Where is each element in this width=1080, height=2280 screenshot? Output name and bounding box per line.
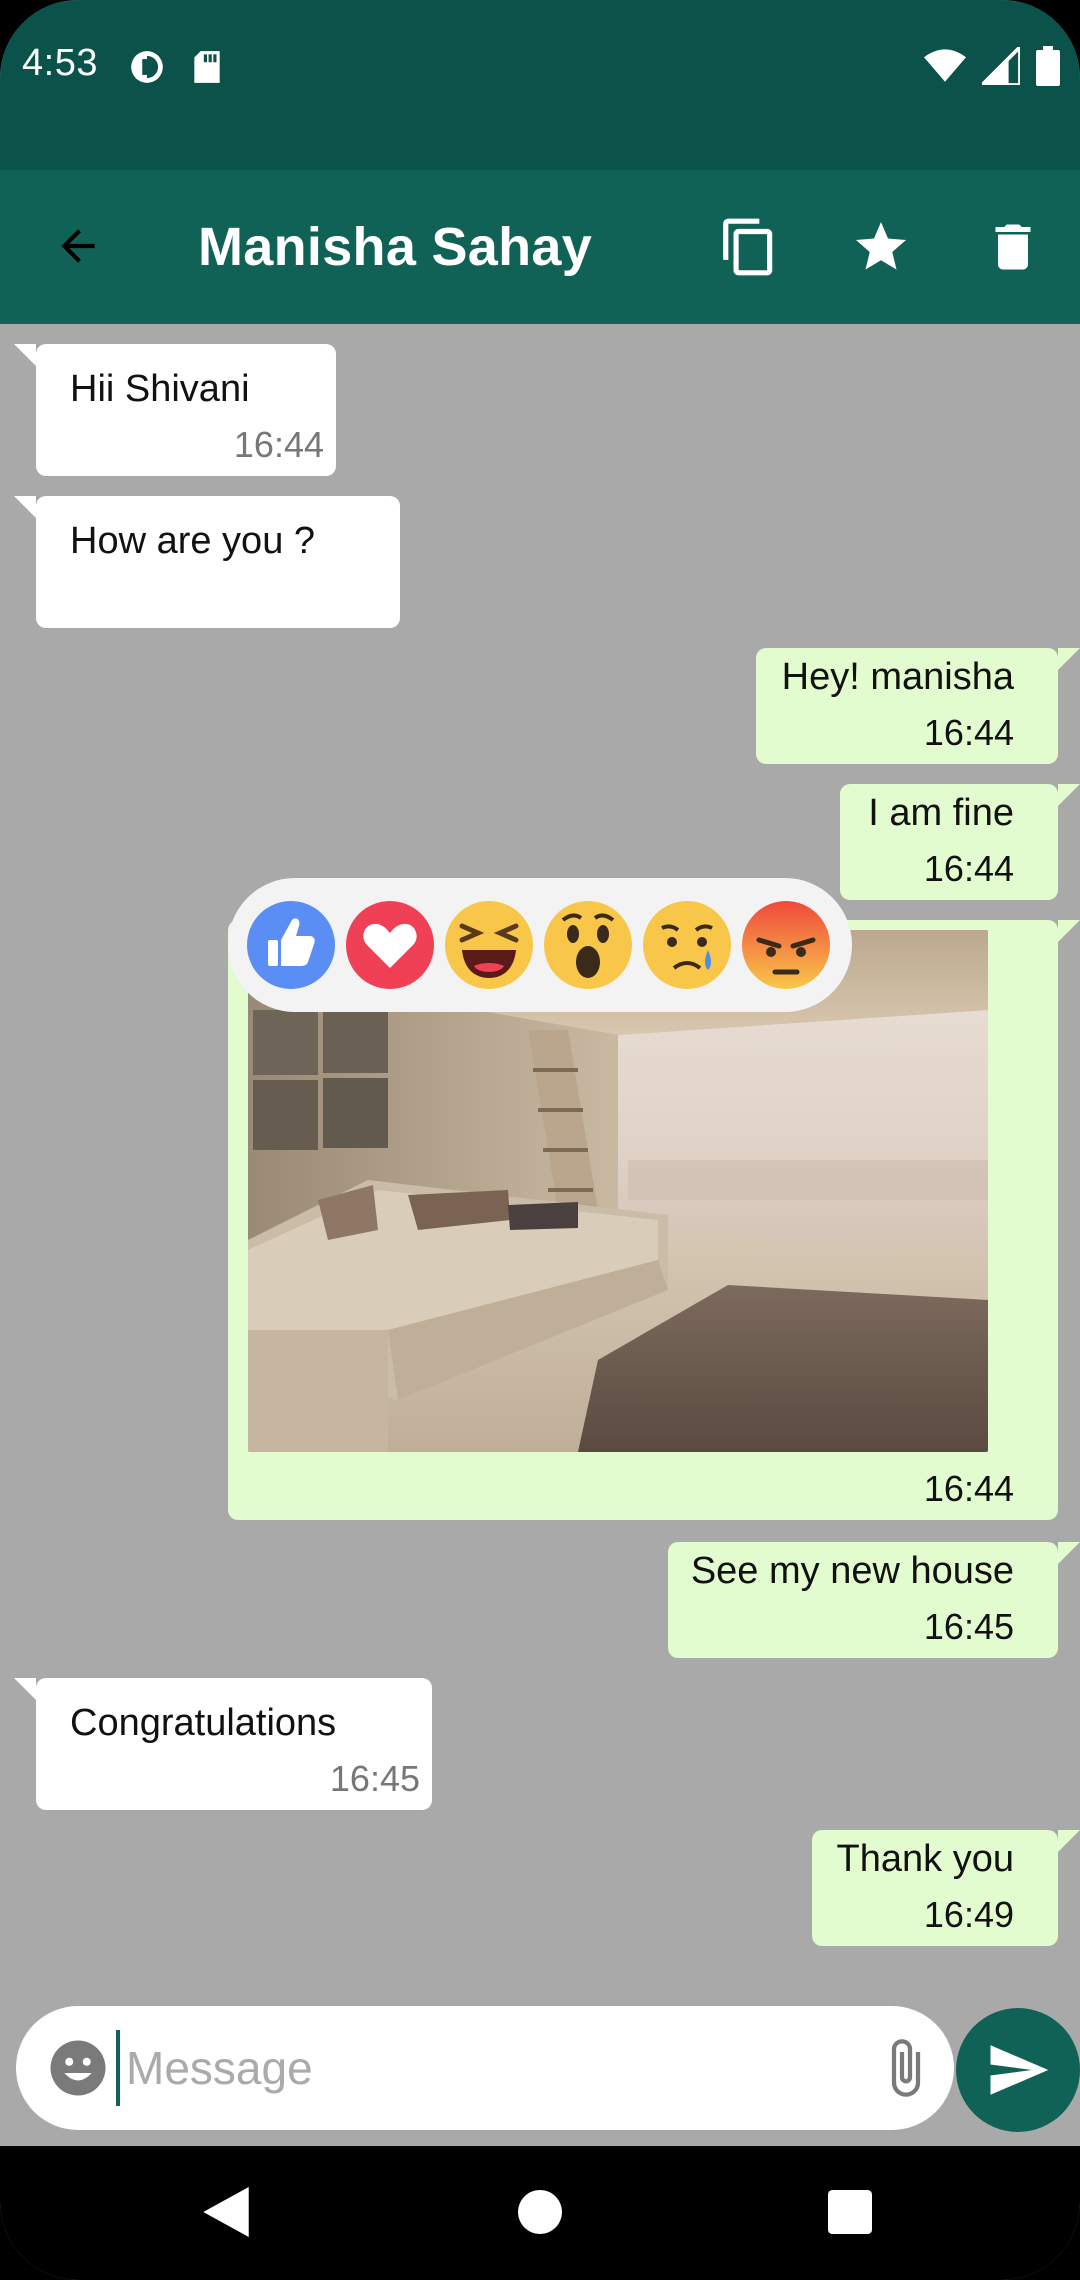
wifi-icon: [924, 47, 966, 90]
sd-card-icon: [190, 48, 224, 91]
message-incoming[interactable]: Congratulations 16:45: [14, 1678, 432, 1810]
copy-icon: [723, 218, 773, 276]
send-icon: [990, 2045, 1049, 2095]
nav-recents-button[interactable]: [820, 2182, 880, 2242]
system-nav-bar: [0, 2146, 1080, 2280]
back-arrow-icon: [61, 229, 95, 263]
sad-reaction-icon[interactable]: [642, 900, 732, 990]
send-button[interactable]: [956, 2008, 1080, 2132]
message-time: 16:44: [233, 424, 324, 465]
star-button[interactable]: [846, 212, 916, 282]
back-button[interactable]: [46, 214, 110, 278]
like-reaction-icon[interactable]: [246, 900, 336, 990]
message-text: I am fine: [868, 792, 1014, 834]
star-icon: [856, 222, 906, 270]
message-time: 16:44: [923, 848, 1014, 889]
message-time: 16:44: [923, 712, 1014, 753]
haha-reaction-icon[interactable]: [444, 900, 534, 990]
message-text: See my new house: [690, 1550, 1014, 1592]
reaction-picker: [228, 878, 852, 1012]
message-time: 16:49: [923, 1894, 1014, 1935]
emoji-icon[interactable]: [48, 2038, 108, 2098]
message-text: How are you ?: [70, 520, 316, 562]
delete-button[interactable]: [978, 212, 1048, 282]
angry-reaction-icon[interactable]: [741, 900, 831, 990]
message-text: Thank you: [836, 1838, 1014, 1880]
message-text: Hii Shivani: [70, 368, 250, 410]
nav-back-button[interactable]: [196, 2182, 256, 2242]
nav-home-icon: [518, 2190, 562, 2234]
message-incoming[interactable]: How are you ?: [14, 496, 400, 628]
status-bar: 4:53: [0, 0, 1080, 170]
message-outgoing[interactable]: I am fine 16:44: [840, 784, 1080, 900]
status-time: 4:53: [22, 42, 98, 84]
message-composer: [16, 2006, 954, 2130]
attach-icon[interactable]: [874, 2036, 938, 2100]
wow-reaction-icon[interactable]: [543, 900, 633, 990]
love-reaction-icon[interactable]: [345, 900, 435, 990]
data-saver-icon: [128, 48, 166, 91]
battery-icon: [1036, 46, 1060, 91]
nav-recents-icon: [828, 2190, 872, 2234]
message-time: 16:45: [329, 1758, 420, 1799]
message-text: Hey! manisha: [781, 656, 1014, 698]
chat-toolbar: Manisha Sahay: [0, 170, 1080, 324]
contact-name[interactable]: Manisha Sahay: [198, 216, 592, 278]
copy-button[interactable]: [714, 212, 784, 282]
message-input[interactable]: [116, 2030, 856, 2106]
phone-screen: 4:53 Manisha Sahay Hii Shivani 16:44 How…: [0, 0, 1080, 2280]
message-outgoing[interactable]: Hey! manisha 16:44: [756, 648, 1080, 764]
message-time: 16:45: [923, 1606, 1014, 1647]
message-outgoing[interactable]: Thank you 16:49: [812, 1830, 1080, 1946]
message-time: 16:44: [923, 1468, 1014, 1509]
nav-home-button[interactable]: [510, 2182, 570, 2242]
message-incoming[interactable]: Hii Shivani 16:44: [14, 344, 336, 476]
signal-icon: [977, 42, 1022, 90]
nav-back-icon: [203, 2187, 249, 2237]
chat-messages[interactable]: Hii Shivani 16:44 How are you ? Hey! man…: [0, 324, 1080, 2000]
message-outgoing[interactable]: See my new house 16:45: [668, 1542, 1080, 1658]
delete-icon: [995, 224, 1031, 270]
message-text: Congratulations: [70, 1702, 337, 1744]
